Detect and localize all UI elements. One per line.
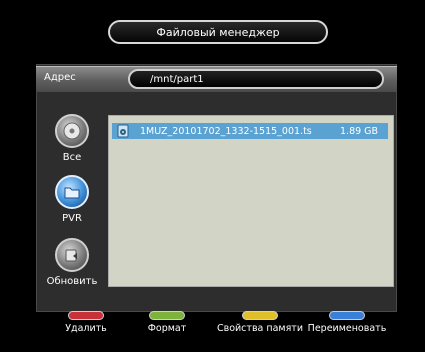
- file-name: 1MUZ_20101702_1332-1515_001.ts: [140, 125, 312, 137]
- address-label: Адрес: [44, 72, 76, 83]
- window-title: Файловый менеджер: [108, 20, 328, 44]
- yellow-key-icon: [242, 311, 278, 320]
- source-all-button[interactable]: Все: [36, 114, 108, 163]
- file-size: 1.89 GB: [340, 125, 379, 137]
- file-list-item[interactable]: 1MUZ_20101702_1332-1515_001.ts 1.89 GB: [112, 123, 388, 139]
- rename-button-label: Переименовать: [307, 323, 387, 334]
- window-title-text: Файловый менеджер: [156, 25, 280, 39]
- source-pvr-button[interactable]: PVR: [36, 175, 108, 224]
- source-pvr-label: PVR: [62, 213, 82, 224]
- blue-key-icon: [329, 311, 365, 320]
- red-key-icon: [68, 311, 104, 320]
- address-path-text: /mnt/part1: [150, 73, 204, 85]
- pvr-folder-icon: [55, 175, 89, 209]
- source-refresh-label: Обновить: [46, 276, 98, 287]
- disc-all-icon: [55, 114, 89, 148]
- green-key-icon: [149, 311, 185, 320]
- media-file-icon: [117, 124, 129, 138]
- refresh-icon: [55, 238, 89, 272]
- rename-button[interactable]: Переименовать: [297, 311, 397, 334]
- memory-properties-button-label: Свойства памяти: [216, 323, 304, 334]
- file-manager-screen: Файловый менеджер Адрес /mnt/part1 Все P…: [0, 0, 425, 352]
- format-button[interactable]: Формат: [117, 311, 217, 334]
- address-path-field[interactable]: /mnt/part1: [128, 69, 384, 89]
- memory-properties-button[interactable]: Свойства памяти: [210, 311, 310, 334]
- format-button-label: Формат: [147, 323, 187, 334]
- source-refresh-button[interactable]: Обновить: [36, 238, 108, 287]
- source-all-label: Все: [62, 152, 82, 163]
- file-list[interactable]: 1MUZ_20101702_1332-1515_001.ts 1.89 GB: [108, 115, 394, 287]
